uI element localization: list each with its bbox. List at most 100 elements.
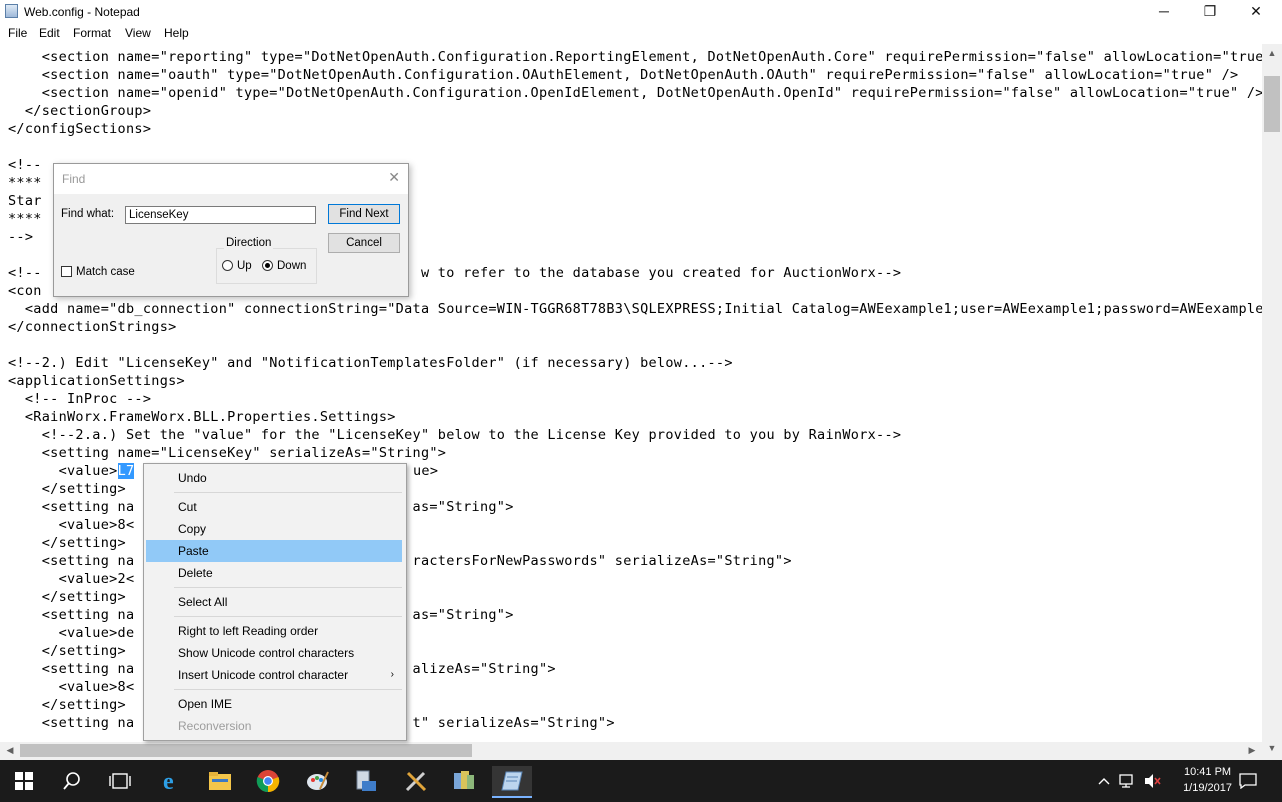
editor-line: </configSections> [8,121,152,137]
notification-icon[interactable] [1236,766,1260,796]
editor-line: <value>de [8,625,135,641]
menu-item-label: Undo [178,471,207,485]
windows-start-icon[interactable] [4,766,44,796]
app-icon-2[interactable] [444,766,484,796]
clock-time: 10:41 PM [1183,766,1232,778]
notepad-icon[interactable] [492,766,532,798]
direction-down-label[interactable]: Down [277,260,306,272]
editor-line-tail: ue> [413,463,439,479]
volume-icon[interactable] [1140,766,1164,796]
file-explorer-icon[interactable] [200,766,240,796]
menu-item-label: Insert Unicode control character [178,668,349,682]
editor-line: --> [8,229,34,245]
match-case-label[interactable]: Match case [76,266,135,278]
notepad-icon [5,4,18,18]
editor-line-value: <value>L7 [8,462,135,480]
editor-line: </setting> [8,535,126,551]
menu-item-label: Right to left Reading order [178,624,319,638]
menu-view[interactable]: View [125,26,151,40]
editor-line: <!-- InProc --> [8,391,152,407]
find-dialog-title: Find [62,172,86,186]
chevron-up-icon[interactable] [1092,766,1116,796]
menu-separator [174,616,402,617]
scroll-up-icon[interactable]: ▲ [1262,48,1282,58]
find-dialog-titlebar[interactable]: Find ✕ [54,164,408,194]
menu-edit[interactable]: Edit [39,26,60,40]
menu-item-label: Delete [178,566,213,580]
horizontal-scroll-thumb[interactable] [20,744,472,757]
submenu-arrow-icon: › [390,669,394,680]
editor-line: **** [8,211,42,227]
menu-item-copy[interactable]: Copy [146,518,402,540]
window-title: Web.config - Notepad [24,5,140,19]
editor-line: Star [8,193,42,209]
tools-icon[interactable] [396,766,436,796]
editor-line: </setting> [8,697,126,713]
editor-line: <add name="db_connection" connectionStri… [8,301,1262,317]
editor-line: </sectionGroup> [8,103,152,119]
editor-line: **** [8,175,42,191]
minimize-button[interactable]: ─ [1141,0,1187,24]
title-bar: Web.config - Notepad ─ ❐ ✕ [0,0,1282,24]
maximize-button[interactable]: ❐ [1187,0,1233,24]
menu-item-insert-unicode[interactable]: Insert Unicode control character › [146,664,402,686]
context-menu: Undo Cut Copy Paste Delete Select All Ri… [143,463,407,741]
selected-text: L7 [117,463,135,479]
direction-down-radio[interactable] [262,260,273,271]
menu-item-label: Reconversion [178,719,252,733]
value-tag: <value> [8,463,118,479]
menu-format[interactable]: Format [73,26,111,40]
menu-help[interactable]: Help [164,26,189,40]
menu-item-undo[interactable]: Undo [146,467,402,489]
menu-item-rtl-reading-order[interactable]: Right to left Reading order [146,620,402,642]
editor-line: <section name="oauth" type="DotNetOpenAu… [8,67,1239,83]
network-icon[interactable] [1116,766,1140,796]
internet-explorer-icon[interactable]: e [152,766,192,796]
menu-item-reconversion: Reconversion [146,715,402,737]
menu-file[interactable]: File [8,26,27,40]
editor-line: <value>8< [8,517,135,533]
scroll-right-icon[interactable]: ▶ [1242,745,1262,756]
menu-item-delete[interactable]: Delete [146,562,402,584]
editor-line: </setting> [8,643,126,659]
direction-up-label[interactable]: Up [237,260,252,272]
menu-item-label: Show Unicode control characters [178,646,355,660]
horizontal-scrollbar[interactable]: ◀ ▶ [0,742,1262,760]
menu-item-open-ime[interactable]: Open IME [146,693,402,715]
editor-line: </setting> [8,481,126,497]
chrome-icon[interactable] [248,766,288,796]
editor-line: <value>8< [8,679,135,695]
editor-line: <value>2< [8,571,135,587]
clock-date: 1/19/2017 [1183,782,1232,794]
find-dialog-close-button[interactable]: ✕ [388,169,400,186]
app-icon-1[interactable] [346,766,386,796]
scroll-left-icon[interactable]: ◀ [0,745,20,756]
vertical-scrollbar[interactable]: ▲ [1262,44,1282,742]
system-clock[interactable]: 10:41 PM 1/19/2017 [1183,764,1232,796]
scroll-down-icon[interactable]: ▼ [1262,743,1282,753]
editor-line: </setting> [8,589,126,605]
search-icon[interactable] [52,766,92,796]
find-next-button[interactable]: Find Next [328,204,400,224]
close-button[interactable]: ✕ [1233,0,1279,24]
menu-item-show-unicode[interactable]: Show Unicode control characters [146,642,402,664]
editor-line: <section name="reporting" type="DotNetOp… [8,49,1262,65]
vertical-scroll-thumb[interactable] [1264,76,1280,132]
editor-line: <!--2.) Edit "LicenseKey" and "Notificat… [8,355,733,371]
taskbar: e 10:41 PM 1/19/2017 [0,760,1282,802]
menu-item-select-all[interactable]: Select All [146,591,402,613]
menu-item-label: Cut [178,500,197,514]
cancel-button[interactable]: Cancel [328,233,400,253]
menu-item-label: Copy [178,522,207,536]
paint-icon[interactable] [298,766,338,796]
menu-item-cut[interactable]: Cut [146,496,402,518]
editor-line: <setting name="LicenseKey" serializeAs="… [8,445,447,461]
menu-item-label: Select All [178,595,228,609]
editor-line: <RainWorx.FrameWorx.BLL.Properties.Setti… [8,409,396,425]
direction-up-radio[interactable] [222,260,233,271]
match-case-checkbox[interactable] [61,266,72,277]
menu-bar: File Edit Format View Help [0,24,1282,44]
find-what-input[interactable]: LicenseKey [125,206,316,224]
menu-item-paste[interactable]: Paste [146,540,402,562]
task-view-icon[interactable] [100,766,140,796]
